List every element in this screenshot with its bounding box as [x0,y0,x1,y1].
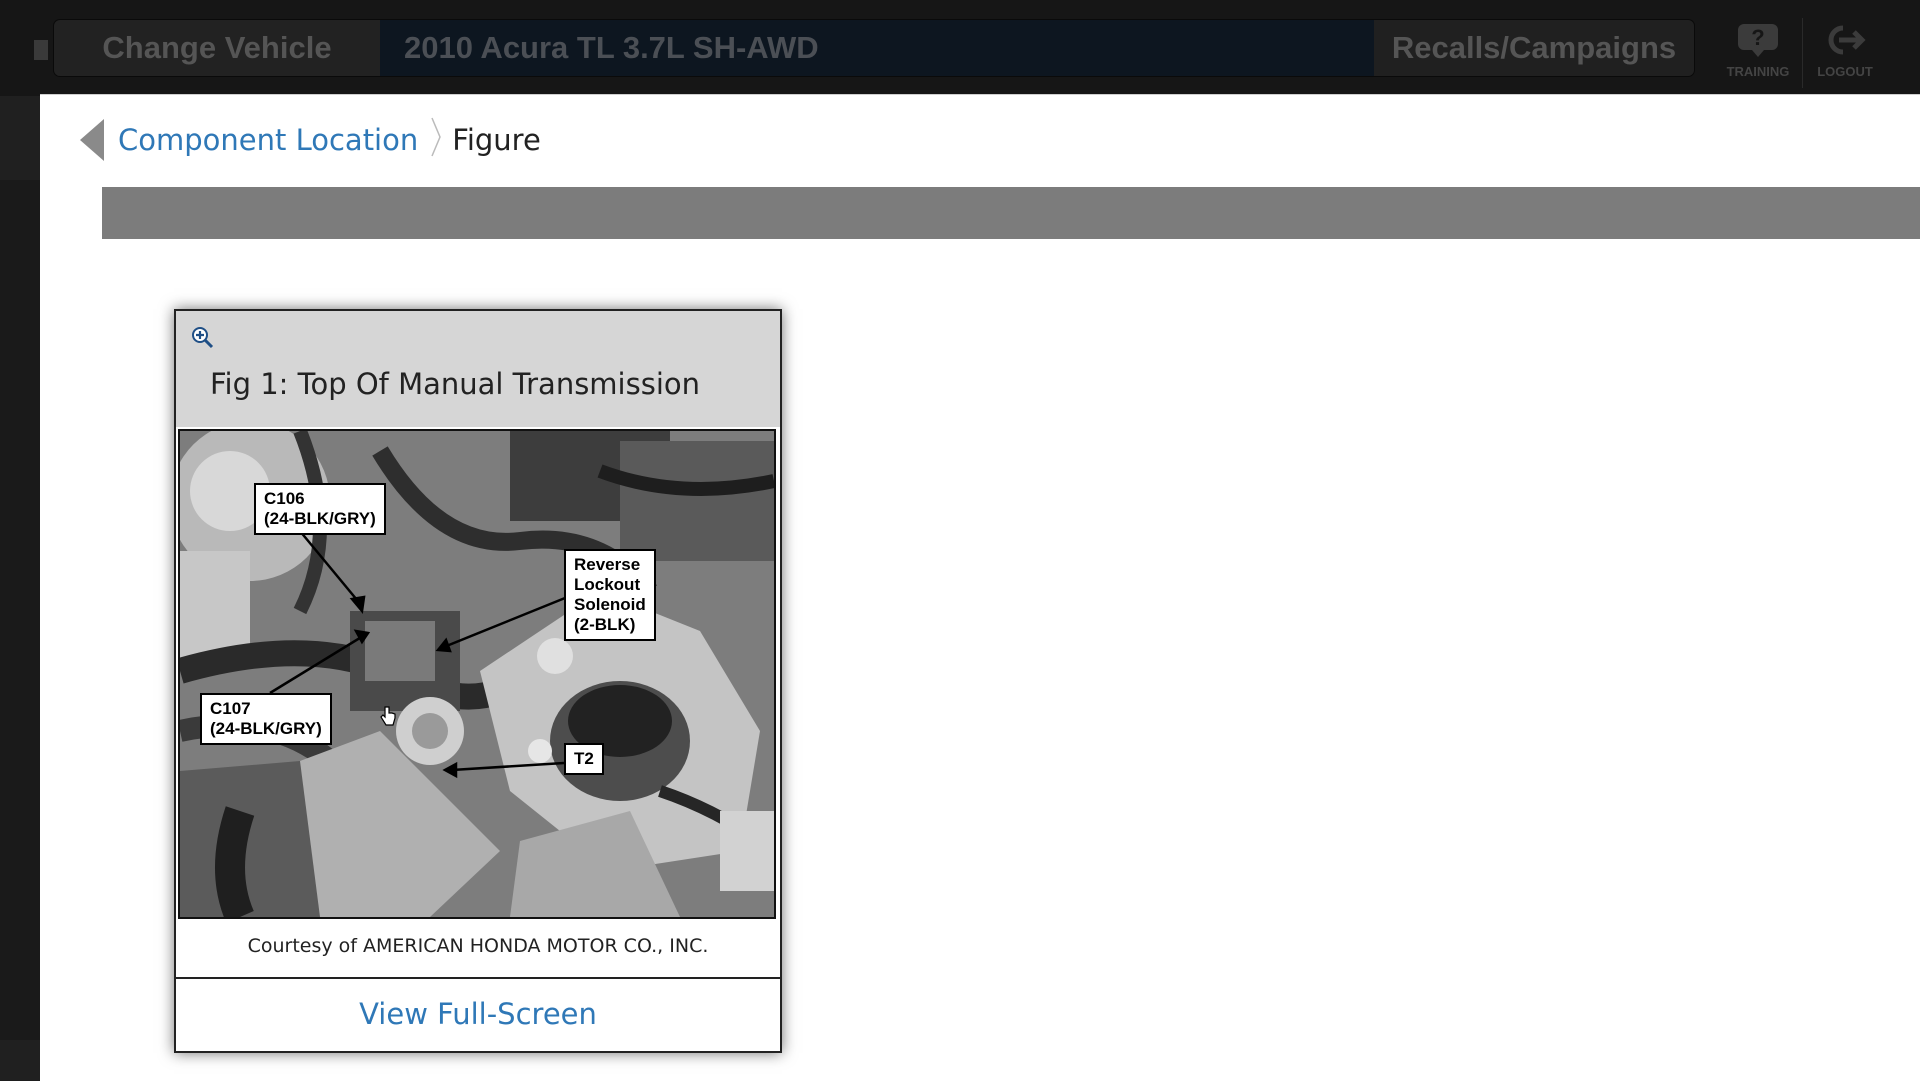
figure-courtesy: Courtesy of AMERICAN HONDA MOTOR CO., IN… [247,935,709,957]
breadcrumb-separator-icon [430,116,442,165]
change-vehicle-button[interactable]: Change Vehicle [54,20,380,76]
question-icon: ? [1738,24,1778,57]
logout-label: LOGOUT [1817,64,1873,79]
training-button[interactable]: ? TRAINING [1716,18,1800,88]
zoom-in-icon[interactable] [190,325,214,349]
callout-reverse-lockout-solenoid: Reverse Lockout Solenoid (2-BLK) [564,549,656,641]
transmission-figure-image[interactable]: C106 (24-BLK/GRY) Reverse Lockout Soleno… [178,429,776,919]
breadcrumb-component-location[interactable]: Component Location [118,123,418,157]
logout-button[interactable]: LOGOUT [1802,18,1887,88]
svg-text:?: ? [1751,25,1764,50]
breadcrumb: Component Location Figure [118,115,541,165]
card-divider [176,977,780,979]
figure-title: Fig 1: Top Of Manual Transmission [209,367,701,401]
chevron-left-icon [80,119,104,161]
vehicle-title: 2010 Acura TL 3.7L SH-AWD [380,20,1374,76]
vehicle-nav: Change Vehicle 2010 Acura TL 3.7L SH-AWD… [54,20,1694,76]
figure-card-header: Fig 1: Top Of Manual Transmission [176,311,780,427]
view-fullscreen-link[interactable]: View Full-Screen [176,981,780,1047]
callout-c106: C106 (24-BLK/GRY) [254,483,386,535]
recalls-campaigns-button[interactable]: Recalls/Campaigns [1374,20,1694,76]
callout-t2: T2 [564,743,604,775]
figure-card: Fig 1: Top Of Manual Transmission C106 (… [174,309,782,1053]
hand-cursor-icon [380,706,396,726]
breadcrumb-current: Figure [452,123,541,157]
content-panel: Component Location Figure Fig 1: Top Of … [40,94,1920,1081]
left-gutter-lower [0,180,40,1040]
logout-icon [1828,25,1866,55]
callout-c107: C107 (24-BLK/GRY) [200,693,332,745]
section-header-strip [102,187,1920,239]
menu-stub [34,40,48,60]
back-button[interactable] [76,117,106,163]
training-label: TRAINING [1726,64,1790,79]
top-navigation-bar: Change Vehicle 2010 Acura TL 3.7L SH-AWD… [0,0,1920,96]
